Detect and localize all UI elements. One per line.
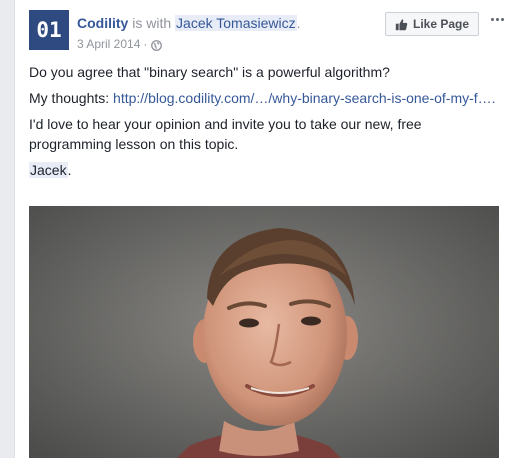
- more-options-icon[interactable]: [487, 11, 507, 27]
- with-text: is with: [128, 15, 176, 31]
- signature-name: Jacek: [29, 162, 68, 178]
- post-text-invite: I'd love to hear your opinion and invite…: [29, 116, 422, 152]
- tagged-suffix: .: [296, 15, 301, 31]
- tagged-person-link[interactable]: Jacek Tomasiewicz: [175, 15, 297, 31]
- blog-link[interactable]: http://blog.codility.com/…/why-binary-se…: [113, 90, 496, 106]
- thoughts-prefix: My thoughts:: [29, 90, 114, 106]
- post-photo[interactable]: [29, 206, 499, 458]
- thumbs-up-icon: [395, 18, 408, 30]
- post-signature: Jacek.: [29, 160, 503, 180]
- like-page-button[interactable]: Like Page: [385, 12, 479, 36]
- post-body: Do you agree that "binary search" is a p…: [29, 62, 503, 186]
- page-avatar[interactable]: 01: [29, 10, 69, 50]
- post-header: 01 Codility is with Jacek Tomasiewicz. 3…: [15, 0, 516, 60]
- page-name-link[interactable]: Codility: [77, 15, 128, 31]
- post-date-link[interactable]: 3 April 2014: [77, 36, 140, 52]
- globe-icon[interactable]: [151, 39, 163, 51]
- post-text-thoughts: My thoughts: http://blog.codility.com/…/…: [29, 88, 503, 108]
- meta-separator: ·: [143, 37, 148, 51]
- post-author-line: Codility is with Jacek Tomasiewicz.: [77, 14, 300, 32]
- post-text-line: Do you agree that "binary search" is a p…: [29, 64, 390, 80]
- like-page-label: Like Page: [412, 17, 470, 31]
- post-card: 01 Codility is with Jacek Tomasiewicz. 3…: [14, 0, 516, 458]
- avatar-text: 01: [36, 18, 62, 42]
- signature-suffix: .: [67, 162, 72, 178]
- post-meta: 3 April 2014 ·: [77, 36, 163, 52]
